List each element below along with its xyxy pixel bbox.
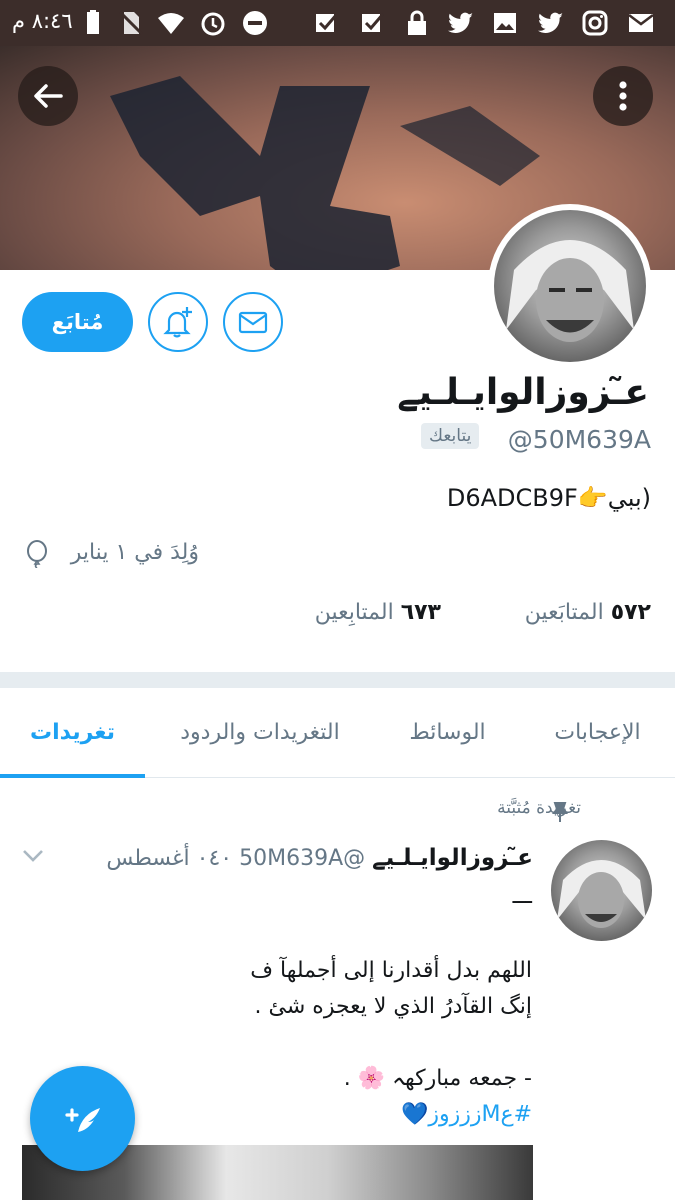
bell-plus-icon: [163, 307, 192, 338]
status-time: ٨:٤٦ م: [12, 9, 73, 33]
tweet-line: إنگ القآدرُ الذي لا يعجزه شئ .: [254, 994, 532, 1019]
tweet-line: اللهم بدل أقدارنا إلى أجملهآ ف: [250, 958, 532, 983]
follows-you-badge: يتابعك: [421, 423, 480, 449]
check-box-icon: [358, 8, 388, 38]
tweet-author-name[interactable]: ع̃ـزوزالوايـلـيے: [372, 845, 533, 871]
followers-label: المتابِعين: [314, 600, 394, 625]
profile-birthday: وُلِدَ في ١ يناير: [70, 540, 199, 565]
compose-tweet-icon: [64, 1107, 100, 1132]
no-sim-icon: [116, 8, 146, 38]
compose-tweet-button[interactable]: [30, 1066, 135, 1171]
lock-icon: [402, 8, 432, 38]
mail-icon: [238, 311, 268, 334]
instagram-icon: [580, 8, 610, 38]
twitter-icon: [536, 8, 566, 38]
profile-display-name: ع̃ـزوزالوايـلـيے: [397, 372, 649, 413]
check-box-icon: [312, 8, 342, 38]
profile-handle: @50M639A: [507, 425, 651, 454]
chevron-down-icon[interactable]: [20, 845, 46, 867]
tab-likes[interactable]: الإعجابات: [530, 688, 665, 776]
back-button[interactable]: [18, 66, 78, 126]
avatar-image: [506, 240, 634, 342]
section-divider: [0, 672, 675, 688]
battery-icon: [78, 8, 108, 38]
more-vertical-icon: [619, 81, 627, 111]
tweet-text: اللهم بدل أقدارنا إلى أجملهآ ف إنگ القآد…: [92, 953, 532, 1133]
followers-count: ٦٧٣: [400, 600, 441, 625]
avatar-image: [557, 860, 646, 928]
do-not-disturb-icon: [240, 8, 270, 38]
bio-pointing-emoji: 👉: [577, 484, 608, 512]
following-label: المتابَعين: [524, 600, 604, 625]
tweet-hashtag[interactable]: #عMزززوز💙: [92, 1097, 532, 1133]
tweet-name-underline: ـــ: [512, 884, 532, 909]
profile-tabs: تغريدات التغريدات والردود الوسائط الإعجا…: [0, 688, 675, 778]
profile-avatar[interactable]: [488, 204, 652, 368]
tab-tweets-and-replies[interactable]: التغريدات والردود: [155, 688, 365, 776]
active-tab-indicator: [0, 774, 145, 778]
following-button[interactable]: مُتابَع: [22, 292, 133, 352]
message-button[interactable]: [223, 292, 283, 352]
status-bar: ٨:٤٦ م: [0, 0, 675, 46]
tweet-line: - جمعه مباركهہ 🌸 .: [343, 1066, 532, 1091]
tweet-author-avatar[interactable]: [551, 840, 652, 941]
profile-bio: (ببي👉D6ADCB9F: [447, 484, 651, 512]
followers-stat[interactable]: ٦٧٣ المتابِعين: [315, 600, 441, 625]
bio-suffix: D6ADCB9F: [446, 484, 578, 512]
following-count: ٥٧٢: [610, 600, 651, 625]
tweet-header: ع̃ـزوزالوايـلـيے @50M639A ٠٤٠ أغسطس: [106, 845, 533, 871]
tab-media[interactable]: الوسائط: [385, 688, 510, 776]
arrow-left-icon: [34, 84, 63, 108]
more-button[interactable]: [593, 66, 653, 126]
balloon-icon: [27, 540, 47, 568]
alarm-icon: [198, 8, 228, 38]
tab-tweets[interactable]: تغريدات: [0, 688, 145, 776]
pinned-tweet-label: تغريدة مُثبَّتة: [497, 798, 581, 818]
twitter-icon: [446, 8, 476, 38]
image-icon: [490, 8, 520, 38]
tweet-author-handle: @50M639A: [239, 846, 366, 871]
tweet-date: ٠٤٠ أغسطس: [106, 846, 233, 871]
mail-icon: [626, 8, 656, 38]
following-stat[interactable]: ٥٧٢ المتابَعين: [525, 600, 651, 625]
wifi-icon: [156, 8, 186, 38]
bio-prefix: (ببي: [607, 484, 651, 512]
notifications-button[interactable]: [148, 292, 208, 352]
